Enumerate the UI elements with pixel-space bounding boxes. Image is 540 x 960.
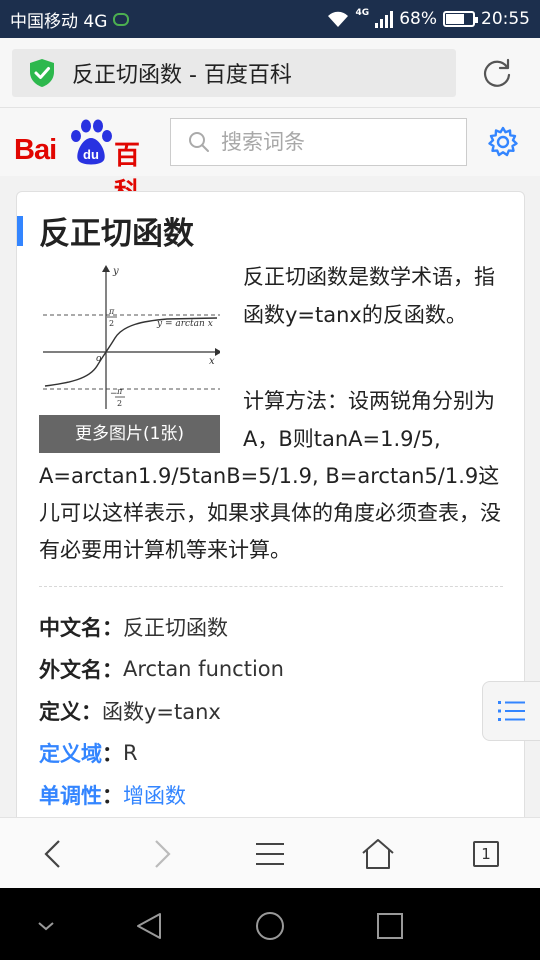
info-row-domain: 定义域 ： R xyxy=(39,732,509,774)
clock: 20:55 xyxy=(481,9,530,29)
logo-du-text: du xyxy=(83,147,99,162)
tabs-button[interactable]: 1 xyxy=(464,832,508,876)
graph-y-axis-label: y xyxy=(112,266,119,277)
chevron-down-icon[interactable] xyxy=(26,906,66,946)
carrier-group: 中国移动 4G xyxy=(10,7,130,32)
android-nav-bar xyxy=(0,888,540,960)
graph-pi-label-bottom: π xyxy=(116,387,123,396)
nav-back-icon[interactable] xyxy=(130,906,170,946)
info-key: 外文名 xyxy=(39,658,102,682)
article-method-rest: A=arctan1.9/5tanB=5/1.9, B=arctan5/1.9这儿… xyxy=(39,464,501,562)
article-card: 反正切函数 y x o y = arctan x π 2 − π 2 更多图片(… xyxy=(16,191,525,831)
more-pictures-button[interactable]: 更多图片(1张) xyxy=(39,415,220,453)
chevron-left-icon xyxy=(44,840,60,868)
search-icon xyxy=(189,132,209,152)
title-accent-bar xyxy=(17,216,23,246)
battery-percent: 68% xyxy=(399,9,437,29)
info-row-definition: 定义 ： 函数y=tanx xyxy=(39,690,509,732)
signal-strength-icon xyxy=(375,10,394,28)
status-bar: 中国移动 4G 4G 68% 20:55 xyxy=(0,0,540,38)
info-row-chinese-name: 中文名 ： 反正切函数 xyxy=(39,606,509,648)
info-colon: ： xyxy=(102,784,123,808)
menu-button[interactable] xyxy=(248,832,292,876)
nav-home-icon[interactable] xyxy=(250,906,290,946)
info-colon: ： xyxy=(102,742,123,766)
info-value: Arctan function xyxy=(123,657,284,681)
info-colon: ： xyxy=(81,700,102,724)
site-header: Bai du 百科 xyxy=(0,108,540,208)
search-input[interactable] xyxy=(221,130,441,154)
status-indicators: 4G 68% 20:55 xyxy=(326,8,530,29)
forward-button[interactable] xyxy=(140,832,184,876)
settings-gear-icon[interactable] xyxy=(486,125,520,159)
refresh-icon[interactable] xyxy=(480,56,514,90)
table-of-contents-button[interactable] xyxy=(482,681,540,741)
hamburger-menu-icon xyxy=(256,843,284,865)
article-title: 反正切函数 xyxy=(39,216,194,252)
baidu-baike-logo[interactable]: Bai du 百科 xyxy=(14,118,156,208)
graph-pi-label-top: π xyxy=(108,307,115,316)
graph-origin-label: o xyxy=(96,354,102,364)
graph-curve-label: y = arctan x xyxy=(156,319,213,329)
info-row-foreign-name: 外文名 ： Arctan function xyxy=(39,648,509,690)
list-icon xyxy=(498,701,525,721)
carrier-label: 中国移动 4G xyxy=(10,11,108,32)
info-key: 中文名 xyxy=(39,616,102,640)
logo-bai-text: Bai xyxy=(14,134,57,166)
basic-info-list: 中文名 ： 反正切函数 外文名 ： Arctan function 定义 ： 函… xyxy=(39,606,509,816)
info-key: 定义 xyxy=(39,700,81,724)
network-type-badge: 4G xyxy=(355,8,370,18)
wifi-icon xyxy=(327,11,348,27)
wechat-notification-icon xyxy=(113,12,130,26)
info-value-link[interactable]: 增函数 xyxy=(123,780,186,810)
article-figure[interactable]: y x o y = arctan x π 2 − π 2 更多图片(1张) xyxy=(39,262,220,454)
arctan-graph: y x o y = arctan x π 2 − π 2 xyxy=(39,262,220,412)
graph-x-axis-label: x xyxy=(209,356,215,367)
battery-fill xyxy=(446,14,464,24)
back-button[interactable] xyxy=(31,832,75,876)
search-box[interactable] xyxy=(170,118,467,166)
article-summary: 反正切函数是数学术语，指函数y=tanx的反函数。 xyxy=(243,265,495,327)
info-colon: ： xyxy=(102,658,123,682)
tab-count: 1 xyxy=(473,841,499,867)
browser-toolbar: 1 xyxy=(0,817,540,888)
info-key-link[interactable]: 定义域 xyxy=(39,738,102,768)
address-bar: 反正切函数 - 百度百科 xyxy=(0,38,540,108)
baidu-paw-logo-icon: du xyxy=(71,119,112,165)
home-button[interactable] xyxy=(356,832,400,876)
divider xyxy=(39,586,503,587)
chevron-right-icon xyxy=(155,840,171,868)
graph-two-label-top: 2 xyxy=(109,319,114,328)
info-row-monotonicity: 单调性 ： 增函数 xyxy=(39,774,509,816)
info-value: 反正切函数 xyxy=(123,616,228,640)
secure-shield-icon xyxy=(30,59,54,87)
nav-recents-icon[interactable] xyxy=(370,906,410,946)
info-key-link[interactable]: 单调性 xyxy=(39,780,102,810)
home-icon xyxy=(362,839,394,869)
battery-icon xyxy=(443,11,478,27)
info-colon: ： xyxy=(102,616,123,640)
graph-two-label-bottom: 2 xyxy=(117,399,122,408)
article-method-first-lines: 计算方法：设两锐角分别为A，B则tanA=1.9/5, xyxy=(243,389,495,451)
url-field[interactable]: 反正切函数 - 百度百科 xyxy=(12,49,456,97)
info-value: R xyxy=(123,741,138,765)
info-value: 函数y=tanx xyxy=(102,700,221,724)
url-page-title: 反正切函数 - 百度百科 xyxy=(72,63,292,88)
